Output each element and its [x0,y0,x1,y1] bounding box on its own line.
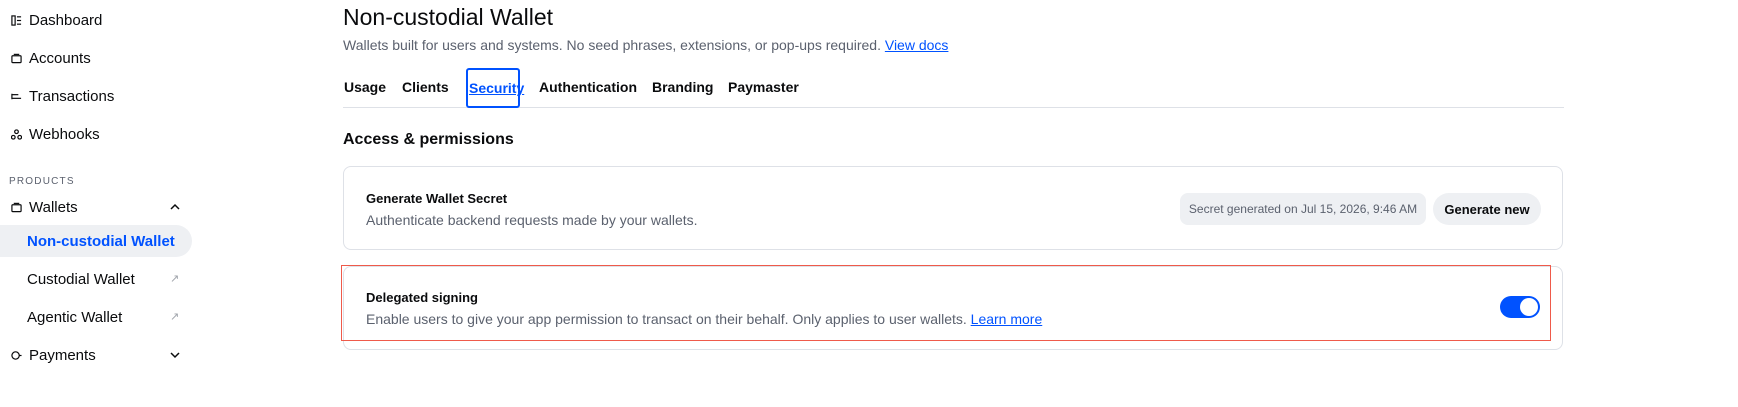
tab-clients[interactable]: Clients [402,68,449,106]
sidebar-item-accounts[interactable]: Accounts [0,42,91,74]
view-docs-link[interactable]: View docs [885,37,949,53]
secret-status-badge: Secret generated on Jul 15, 2026, 9:46 A… [1180,193,1426,225]
sidebar-item-dashboard[interactable]: Dashboard [0,4,102,36]
sidebar-item-webhooks[interactable]: Webhooks [0,118,100,150]
page-subtitle: Wallets built for users and systems. No … [343,37,948,53]
external-link-icon: ↗ [170,273,180,285]
tab-branding[interactable]: Branding [652,68,713,106]
wallet-secret-card: Generate Wallet Secret Authenticate back… [343,166,1563,250]
sidebar: Dashboard Accounts Transactions Webhooks… [0,0,200,407]
wallet-secret-title: Generate Wallet Secret [366,191,508,206]
sidebar-item-label: Transactions [29,87,115,105]
sidebar-item-label: Custodial Wallet [27,270,135,288]
external-link-icon: ↗ [170,311,180,323]
sidebar-item-transactions[interactable]: Transactions [0,80,114,112]
webhooks-icon [10,128,22,140]
tab-bar: Usage Clients Security Authentication Br… [343,68,1564,108]
sidebar-item-label: Dashboard [29,11,103,29]
highlight-box [341,265,1551,341]
tab-security[interactable]: Security [466,68,524,108]
products-section-label: PRODUCTS [9,176,75,187]
sidebar-item-non-custodial-wallet[interactable]: Non-custodial Wallet [0,225,192,257]
page-title: Non-custodial Wallet [343,4,554,30]
sidebar-item-label: Wallets [29,198,78,216]
sidebar-item-custodial-wallet[interactable]: Custodial Wallet [0,263,192,295]
sidebar-item-wallets[interactable]: Wallets [0,191,192,223]
accounts-icon [10,52,22,64]
payments-icon [10,349,22,361]
sidebar-item-label: Non-custodial Wallet [27,232,175,250]
dashboard-icon [10,14,22,26]
sidebar-item-label: Accounts [29,49,91,67]
section-heading: Access & permissions [343,131,514,148]
wallet-icon [10,201,22,213]
sidebar-item-label: Payments [29,346,96,364]
transactions-icon [10,90,22,102]
sidebar-item-label: Webhooks [29,125,100,143]
sidebar-item-agentic-wallet[interactable]: Agentic Wallet [0,301,192,333]
generate-new-button[interactable]: Generate new [1433,193,1541,225]
chevron-up-icon[interactable] [168,200,182,214]
chevron-down-icon[interactable] [168,348,182,362]
tab-usage[interactable]: Usage [344,68,386,106]
tab-paymaster[interactable]: Paymaster [728,68,799,106]
tab-authentication[interactable]: Authentication [539,68,637,106]
subtitle-text: Wallets built for users and systems. No … [343,37,881,53]
wallet-secret-description: Authenticate backend requests made by yo… [366,212,698,228]
sidebar-item-label: Agentic Wallet [27,308,123,326]
sidebar-item-payments[interactable]: Payments [0,339,192,371]
